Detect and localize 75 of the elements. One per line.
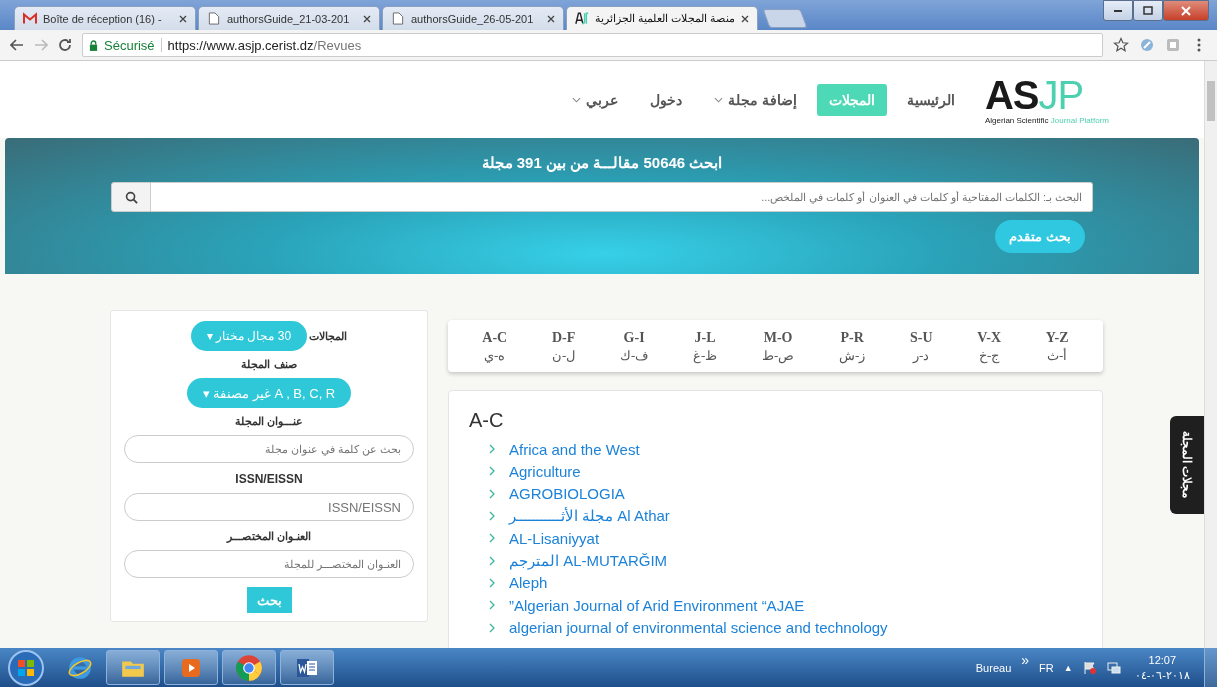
minimize-icon (1114, 9, 1122, 12)
show-hidden-icons-button[interactable]: ▲ (1063, 662, 1073, 673)
address-bar[interactable]: Sécurisé https://www.asjp.cerist.dz/Revues (82, 33, 1103, 57)
banner-title: ابحث 50646 مقالـــة من بين 391 مجلة (481, 154, 723, 172)
journal-link[interactable]: مجلة الأثـــــــــــر Al Athar (509, 507, 670, 526)
taskbar-app-button[interactable] (106, 650, 160, 685)
close-icon (1181, 5, 1191, 16)
document-icon (391, 12, 405, 25)
journal-link[interactable]: AL-Lisaniyyat (509, 529, 600, 547)
minimize-button[interactable] (1103, 0, 1133, 21)
chevron-icon (572, 96, 582, 103)
site-logo[interactable]: ASJP Algerian Scientific Journal Platform (984, 74, 1109, 125)
close-icon[interactable] (363, 14, 371, 23)
taskbar-app-button[interactable] (222, 650, 276, 685)
browser-tab[interactable]: authorsGuide_21-03-201 (198, 6, 380, 30)
back-icon[interactable] (10, 38, 24, 52)
chevron-icon (489, 511, 495, 522)
chevron-icon (489, 444, 495, 455)
field-label: العنـوان المختصـــر (226, 530, 312, 543)
close-icon[interactable] (547, 14, 555, 23)
journal-link[interactable]: Agriculture (509, 462, 581, 480)
journal-link[interactable]: Aleph (509, 574, 548, 592)
document-icon (207, 12, 221, 25)
reload-icon[interactable] (58, 38, 72, 52)
journal-link[interactable]: algerian journal of environmental science and technology (509, 619, 888, 636)
browser-tab[interactable]: authorsGuide_26-05-201 (382, 6, 564, 30)
close-button[interactable] (1163, 0, 1209, 21)
chevron-icon (489, 488, 495, 499)
search-button[interactable] (111, 182, 151, 212)
expand-toolbar-button[interactable]: » (1021, 652, 1030, 668)
show-desktop-button[interactable] (1204, 648, 1217, 687)
text-field[interactable]: ISSN/EISSN (124, 493, 414, 521)
field-label: عنـــوان المجلة (234, 415, 304, 428)
filter-label: صنف المجلة (241, 358, 297, 371)
close-icon[interactable] (179, 14, 187, 23)
lock-icon (89, 39, 98, 51)
maximize-icon (1143, 5, 1153, 16)
side-tab[interactable]: مجلات المجلة (1170, 416, 1204, 514)
journal-link[interactable]: ”Algerian Journal of Arid Environment “AJAE (509, 596, 805, 614)
chevron-icon (489, 555, 495, 566)
journal-link[interactable]: AGROBIOLOGIA (509, 485, 625, 503)
filter-label: المجالات (309, 329, 348, 343)
chevron-icon (489, 533, 495, 544)
star-icon[interactable] (1113, 37, 1129, 53)
field-label: ISSN/EISSN (235, 472, 303, 486)
text-field[interactable]: بحث عن كلمة في عنوان مجلة (124, 435, 414, 463)
chevron-icon (489, 466, 495, 477)
search-icon (124, 190, 138, 204)
browser-tab[interactable]: منصة المجلات العلمية الجزائرية (566, 6, 759, 30)
scrollbar[interactable] (1204, 61, 1217, 648)
mail-icon (23, 12, 37, 25)
taskbar-app-button[interactable] (280, 650, 334, 685)
nav-link[interactable]: دخول (638, 83, 695, 116)
start-button[interactable] (6, 647, 46, 687)
network-icon[interactable] (1106, 660, 1121, 675)
flag-icon[interactable] (1082, 660, 1097, 675)
chevron-icon (489, 577, 495, 588)
section-heading: A-C (469, 409, 505, 432)
nav-link[interactable]: الرئيسية (894, 83, 967, 116)
browser-tab[interactable]: Boîte de réception (16) - (14, 6, 196, 30)
logo-icon (575, 12, 589, 25)
maximize-button[interactable] (1133, 0, 1163, 21)
toolbar-label[interactable]: Bureau (975, 661, 1012, 674)
chevron-icon (489, 600, 495, 611)
text-field[interactable]: العنـوان المختصـــر للمجلة (124, 550, 414, 578)
globe-icon (67, 654, 93, 681)
language-indicator[interactable]: FR (1039, 661, 1054, 674)
journal-link[interactable]: Africa and the West (509, 440, 640, 458)
journal-link[interactable]: المترجم AL-MUTARĞIM (509, 551, 668, 570)
chevron-icon (489, 622, 495, 633)
close-icon[interactable] (741, 14, 750, 23)
nav-link[interactable]: إضافة مجلة (702, 83, 809, 116)
chevron-icon (714, 96, 724, 103)
nav-link[interactable]: عربي (560, 83, 631, 116)
browser-icon (235, 653, 263, 682)
